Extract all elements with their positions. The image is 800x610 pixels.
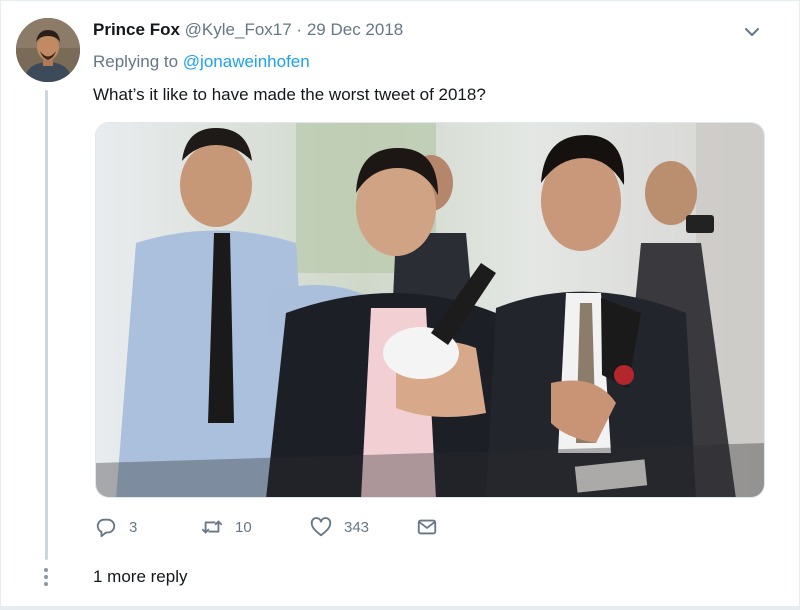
- user-handle[interactable]: @Kyle_Fox17: [185, 20, 292, 39]
- thread-more-dots: [43, 568, 50, 589]
- tweet-date[interactable]: 29 Dec 2018: [307, 20, 403, 39]
- retweet-icon: [201, 520, 223, 534]
- like-button[interactable]: 343: [310, 516, 369, 538]
- display-name[interactable]: Prince Fox: [93, 20, 180, 39]
- more-replies-link[interactable]: 1 more reply: [93, 566, 187, 588]
- retweet-button[interactable]: 10: [201, 516, 252, 538]
- thread-line: [45, 90, 48, 560]
- tweet-text: What’s it like to have made the worst tw…: [93, 85, 486, 104]
- avatar[interactable]: [16, 18, 80, 82]
- reply-icon: [96, 518, 116, 538]
- heart-icon: [310, 517, 332, 537]
- envelope-icon: [417, 519, 437, 535]
- replying-prefix: Replying to: [93, 52, 179, 71]
- like-count: 343: [344, 518, 370, 536]
- reply-button[interactable]: 3: [95, 516, 137, 538]
- divider: [0, 606, 800, 610]
- chevron-down-icon[interactable]: [742, 22, 762, 42]
- direct-message-button[interactable]: [416, 516, 438, 538]
- reply-count: 3: [129, 518, 138, 536]
- header-separator: ·: [296, 20, 303, 39]
- avatar-image: [16, 18, 80, 82]
- tweet-header: Prince Fox @Kyle_Fox17 · 29 Dec 2018: [93, 19, 403, 41]
- replying-mention[interactable]: @jonaweinhofen: [183, 52, 310, 71]
- tweet-media[interactable]: [95, 122, 765, 498]
- retweet-count: 10: [235, 518, 252, 536]
- replying-to: Replying to @jonaweinhofen: [93, 51, 310, 73]
- media-image: [96, 123, 764, 497]
